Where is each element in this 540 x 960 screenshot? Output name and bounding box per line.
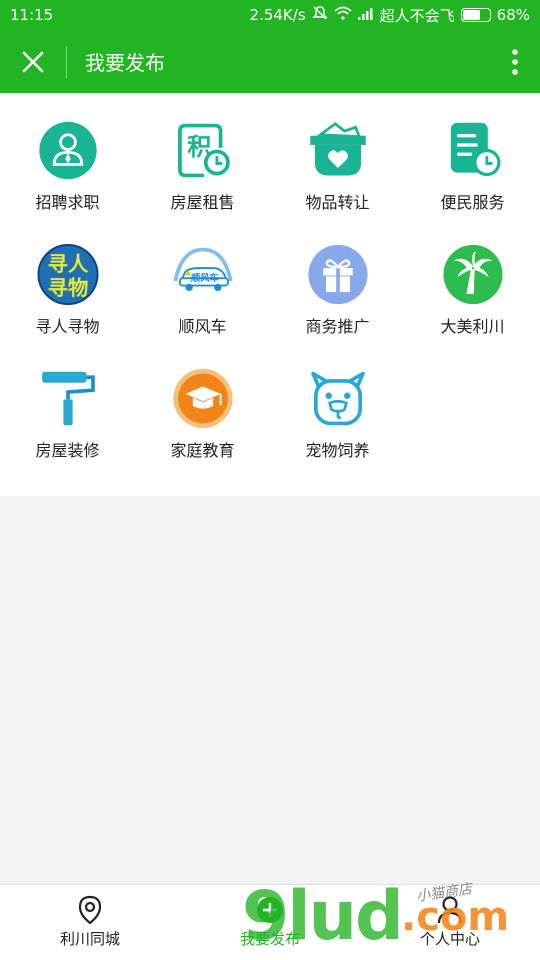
house-rent-icon: 积 bbox=[177, 123, 230, 178]
category-services[interactable]: 便民服务 bbox=[405, 93, 540, 213]
category-label: 宠物饲养 bbox=[305, 441, 370, 460]
svg-text:寻物: 寻物 bbox=[47, 276, 88, 300]
divider bbox=[66, 45, 67, 78]
nav-profile[interactable]: 个人中心 bbox=[360, 885, 540, 960]
more-vertical-icon bbox=[512, 48, 518, 75]
battery-icon bbox=[460, 8, 491, 22]
category-label: 家庭教育 bbox=[170, 441, 235, 460]
lost-found-icon: 寻人 寻物 bbox=[37, 244, 98, 305]
nav-label: 个人中心 bbox=[419, 930, 480, 948]
category-lichuan[interactable]: 大美利川 bbox=[405, 217, 540, 337]
nav-label: 我要发布 bbox=[239, 930, 300, 948]
graduation-cap-icon bbox=[172, 368, 233, 429]
category-renovation[interactable]: 房屋装修 bbox=[0, 341, 135, 461]
service-doc-icon bbox=[450, 122, 500, 177]
more-button[interactable] bbox=[490, 30, 540, 93]
category-label: 寻人寻物 bbox=[35, 317, 100, 336]
category-jobs[interactable]: 招聘求职 bbox=[0, 93, 135, 213]
category-promotion[interactable]: 商务推广 bbox=[270, 217, 405, 337]
battery-fill bbox=[462, 10, 481, 20]
person-icon bbox=[437, 896, 463, 924]
category-label: 大美利川 bbox=[440, 317, 505, 336]
svg-text:顺风车: 顺风车 bbox=[190, 272, 218, 284]
job-person-icon bbox=[38, 121, 97, 180]
nav-home[interactable]: 利川同城 bbox=[0, 885, 180, 960]
category-transfer[interactable]: 物品转让 bbox=[270, 93, 405, 213]
app-bar: 我要发布 bbox=[0, 30, 540, 93]
carrier-name: 超人不会飞 bbox=[379, 6, 455, 25]
status-time: 11:15 bbox=[10, 6, 54, 24]
svg-text:寻人: 寻人 bbox=[47, 252, 88, 276]
gift-box-icon bbox=[307, 244, 368, 305]
close-icon bbox=[22, 51, 44, 72]
category-label: 招聘求职 bbox=[35, 193, 100, 212]
category-label: 商务推广 bbox=[305, 317, 370, 336]
close-button[interactable] bbox=[0, 30, 66, 93]
category-label: 顺风车 bbox=[178, 317, 227, 336]
pet-face-icon bbox=[310, 371, 365, 426]
bottom-nav: 利川同城 我要发布 个人中心 bbox=[0, 884, 540, 960]
mute-icon bbox=[311, 5, 328, 25]
plus-circle-icon bbox=[257, 897, 283, 923]
battery-percent: 68% bbox=[496, 6, 530, 24]
paint-roller-icon bbox=[41, 371, 95, 426]
category-pets[interactable]: 宠物饲养 bbox=[270, 341, 405, 461]
category-carpool[interactable]: 顺风车 顺风车 bbox=[135, 217, 270, 337]
nav-label: 利川同城 bbox=[59, 930, 120, 948]
location-pin-icon bbox=[78, 895, 102, 925]
item-transfer-icon bbox=[309, 121, 366, 176]
category-education[interactable]: 家庭教育 bbox=[135, 341, 270, 461]
wifi-icon bbox=[334, 6, 352, 24]
category-label: 房屋装修 bbox=[35, 441, 100, 460]
network-speed: 2.54K/s bbox=[249, 6, 306, 24]
nav-publish[interactable]: 我要发布 bbox=[180, 885, 360, 960]
category-label: 便民服务 bbox=[440, 193, 505, 212]
carpool-car-icon: 顺风车 bbox=[172, 247, 233, 292]
category-label: 物品转让 bbox=[305, 193, 370, 212]
category-lost-found[interactable]: 寻人 寻物 寻人寻物 bbox=[0, 217, 135, 337]
status-bar: 11:15 2.54K/s 超人不会飞 68% bbox=[0, 0, 540, 30]
category-label: 房屋租售 bbox=[170, 193, 235, 212]
category-housing[interactable]: 积 房屋租售 bbox=[135, 93, 270, 213]
page-title: 我要发布 bbox=[85, 51, 165, 75]
category-grid: 招聘求职 积 房屋租售 物品转让 便民服务 寻人 寻物 寻人寻物 顺风车 顺风车… bbox=[0, 93, 540, 496]
signal-icon bbox=[357, 6, 374, 24]
palm-tree-icon bbox=[442, 244, 503, 305]
